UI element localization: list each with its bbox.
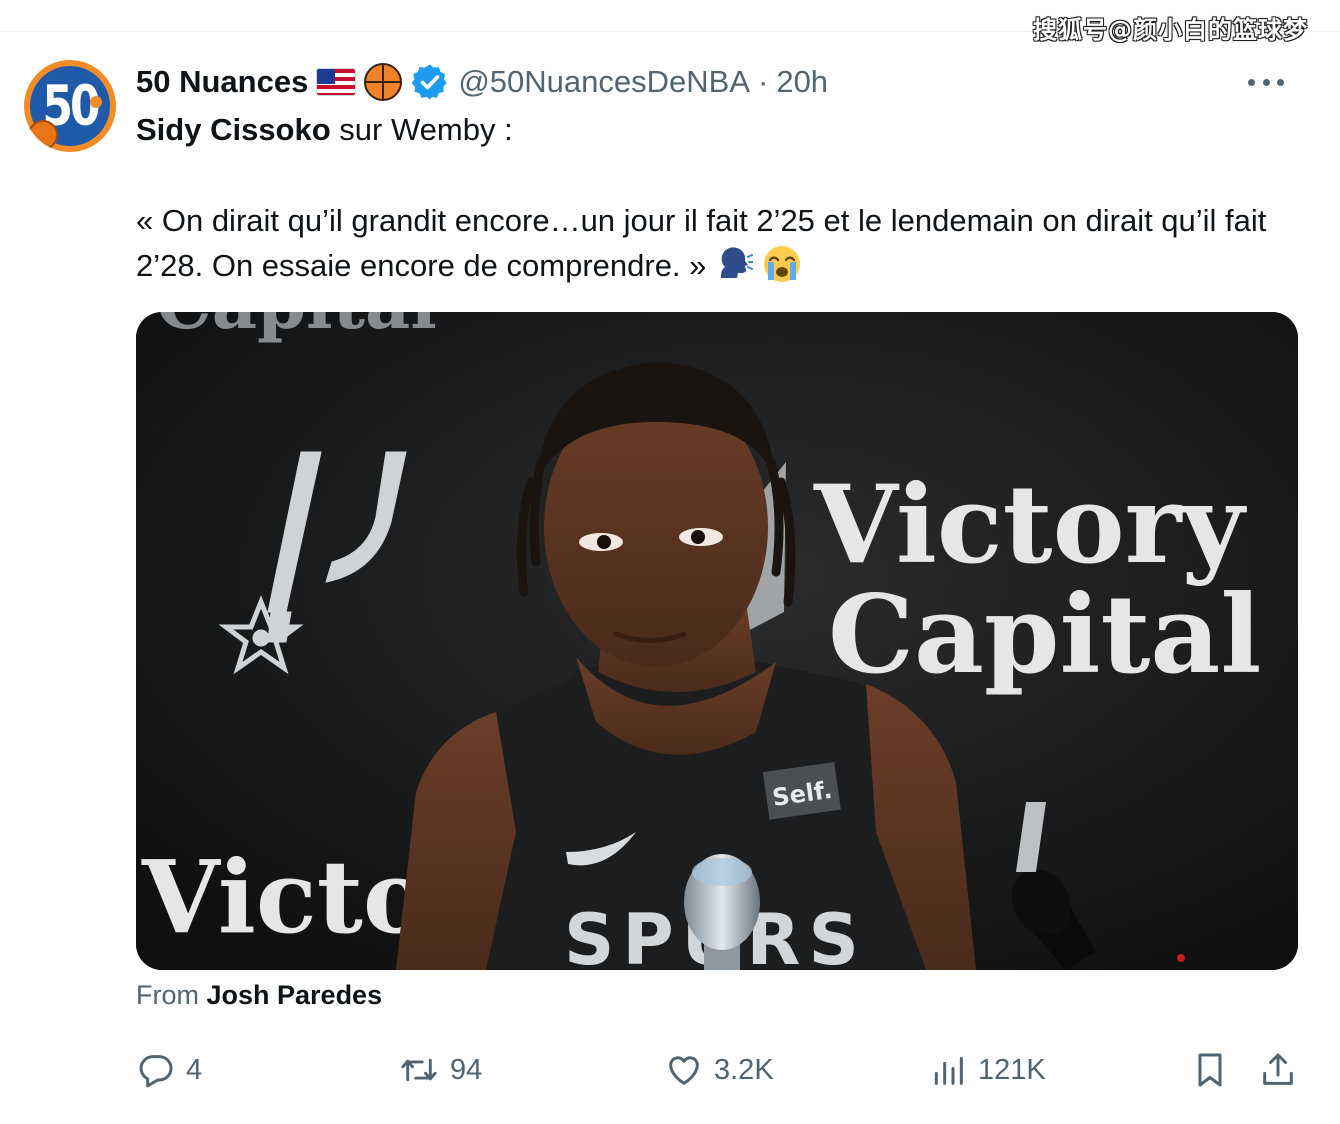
separator-dot: · [758, 64, 769, 99]
intro-rest: sur Wemby : [330, 112, 513, 147]
tweet-quote: « On dirait qu’il grandit encore…un jour… [136, 198, 1296, 288]
backdrop-text-victo: Victo [141, 838, 430, 956]
svg-text:Capital: Capital [156, 312, 437, 345]
credit-author[interactable]: Josh Paredes [207, 980, 383, 1010]
display-name[interactable]: 50 Nuances [136, 64, 308, 100]
like-button[interactable]: 3.2K [664, 1044, 774, 1096]
share-button[interactable] [1258, 1044, 1298, 1096]
press-conference-photo: Capital Victory Capital Victo [136, 312, 1298, 970]
basketball-icon [364, 63, 403, 101]
timestamp[interactable]: 20h [776, 64, 828, 100]
speaking-head-icon [721, 247, 754, 278]
us-flag-icon [316, 68, 357, 96]
views-count: 121K [978, 1053, 1046, 1086]
like-count: 3.2K [714, 1053, 774, 1086]
tweet-card[interactable]: 50 50 Nuances @50NuancesDeNBA · 20h Sidy… [0, 32, 1340, 1124]
jersey-patch: Self. [762, 762, 841, 820]
media-credit: From Josh Paredes [136, 980, 382, 1011]
backdrop-text-capital: Capital [828, 572, 1261, 698]
verified-badge-icon[interactable] [410, 62, 450, 102]
bookmark-button[interactable] [1190, 1044, 1230, 1096]
bookmark-icon [1198, 1053, 1222, 1087]
loudly-crying-face-icon [763, 246, 800, 282]
tweet-text-intro: Sidy Cissoko sur Wemby : [136, 112, 513, 148]
avatar[interactable]: 50 [24, 60, 116, 152]
avatar-dot [90, 96, 102, 108]
analytics-icon [934, 1056, 963, 1085]
reply-count: 4 [186, 1053, 203, 1086]
credit-prefix: From [136, 980, 207, 1010]
repost-count: 94 [450, 1053, 483, 1086]
user-handle[interactable]: @50NuancesDeNBA [458, 64, 750, 100]
tweet-media-image[interactable]: Capital Victory Capital Victo [136, 312, 1298, 970]
top-bar: 搜狐号@颜小白的篮球梦 [0, 0, 1340, 44]
repost-icon [401, 1058, 437, 1082]
basketball-icon [28, 120, 58, 150]
heart-icon [669, 1056, 699, 1085]
reply-button[interactable]: 4 [136, 1044, 202, 1096]
tweet-header: 50 Nuances @50NuancesDeNBA · 20h [136, 60, 828, 104]
more-options-icon[interactable] [1248, 70, 1284, 94]
tweet-actions: 4 94 3.2K 121K [136, 1044, 1306, 1096]
share-icon [1263, 1053, 1293, 1085]
mentioned-player: Sidy Cissoko [136, 112, 331, 147]
backdrop-text-victory: Victory [813, 462, 1248, 588]
reply-icon [139, 1055, 173, 1088]
views-button[interactable]: 121K [928, 1044, 1046, 1096]
quote-text: « On dirait qu’il grandit encore…un jour… [136, 203, 1267, 283]
repost-button[interactable]: 94 [398, 1044, 482, 1096]
